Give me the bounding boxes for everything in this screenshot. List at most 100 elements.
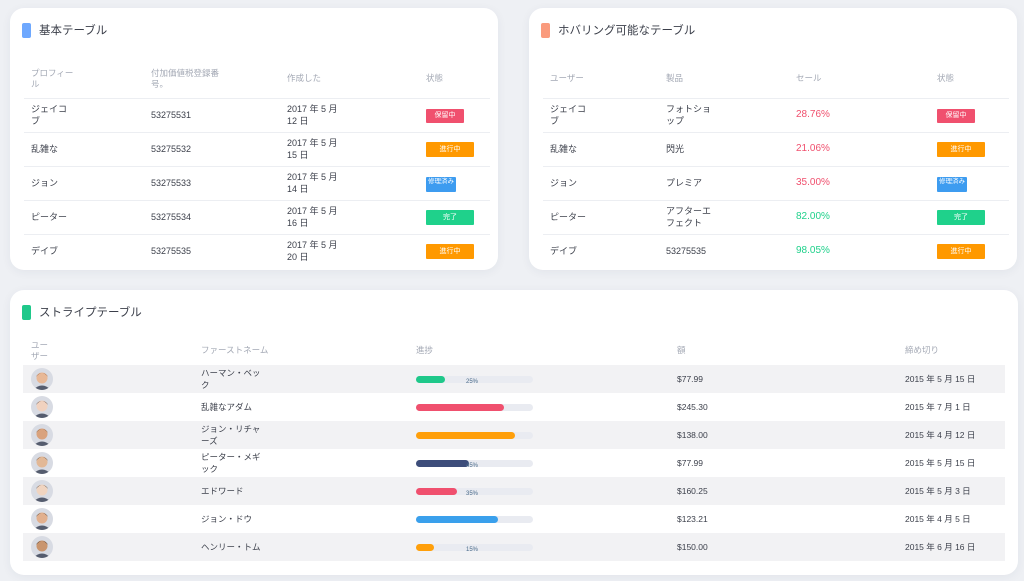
avatar-cell [23, 505, 193, 533]
avatar [31, 536, 53, 558]
col-header-product: 製品 [666, 73, 684, 84]
created-cell: 2017 年 5 月 12 日 [280, 97, 419, 132]
table-row: デイブ 53275535 2017 年 5 月 20 日進行中 [24, 233, 490, 268]
col-header-deadline: 締め切り [905, 345, 940, 355]
col-header-status: 状態 [937, 73, 955, 84]
sale-cell: 21.06% [789, 131, 930, 166]
profile-cell: ピーター [24, 199, 144, 234]
progress-cell [408, 505, 669, 533]
amount-cell: $245.30 [677, 402, 708, 412]
user-cell: ピーター [543, 199, 659, 234]
created-cell: 2017 年 5 月 14 日 [280, 165, 419, 200]
striped-table-title: ストライプテーブル [39, 307, 142, 319]
table-row: ヘンリー・トム 15% $150.00 2015 年 6 月 16 日 [23, 533, 1005, 561]
table-row: ジェイコブ 53275531 2017 年 5 月 12 日保留中 [24, 97, 490, 132]
sale-cell: 82.00% [789, 199, 930, 234]
status-cell: 保留中 [930, 97, 1009, 132]
avatar-cell [23, 449, 193, 477]
status-badge: 保留中 [426, 108, 464, 123]
progress-label: 45% [466, 462, 479, 469]
progress-label: 35% [466, 490, 479, 497]
vat-cell: 53275535 [144, 233, 280, 268]
product-cell: 閃光 [659, 131, 789, 166]
progress-cell: 45% [408, 449, 669, 477]
progress-bar-fill [416, 487, 457, 495]
avatar-cell [23, 533, 193, 561]
user-cell: ジョン [543, 165, 659, 200]
hover-table-header: ホバリング可能なテーブル [541, 22, 695, 38]
col-header-user: ユーザー [550, 73, 584, 84]
table-row[interactable]: ジェイコブ フォトショップ 28.76% 保留中 [543, 97, 1009, 132]
amount-cell: $77.99 [677, 458, 703, 468]
avatar-cell [23, 477, 193, 505]
progress-bar-fill [416, 403, 504, 411]
status-cell: 進行中 [419, 233, 490, 268]
col-header-first-name: ファーストネーム [201, 345, 269, 355]
progress-bar: 15% [416, 543, 533, 553]
status-cell: 進行中 [930, 131, 1009, 166]
first-name-cell: ジョン・リチャーズ [193, 421, 408, 449]
progress-bar: 45% [416, 459, 533, 469]
striped-table-header: ストライプテーブル [22, 304, 142, 320]
product-cell: アフターエフェクト [659, 199, 789, 234]
avatar [31, 424, 53, 446]
status-badge: 修理済み [426, 177, 456, 192]
col-header-profile: プロフィール [31, 67, 74, 89]
sale-cell: 28.76% [789, 97, 930, 132]
amount-cell: $160.25 [669, 477, 897, 505]
created-cell: 2017 年 5 月 20 日 [280, 233, 419, 268]
product-cell: プレミア [659, 165, 789, 200]
basic-table-head-row: プロフィール 付加価値税登録番号。 作成した 状態 [24, 60, 490, 98]
col-header-progress: 進捗 [416, 345, 434, 355]
first-name-cell: 乱雑なアダム [201, 402, 253, 412]
hover-table-card: ホバリング可能なテーブル ユーザー 製品 セール 状態 ジェイコブ フォトショップ… [529, 8, 1017, 270]
basic-table-header: 基本テーブル [22, 22, 107, 38]
progress-bar-fill [416, 431, 515, 439]
table-row: ピーター 53275534 2017 年 5 月 16 日完了 [24, 199, 490, 234]
deadline-cell: 2015 年 7 月 1 日 [905, 402, 971, 412]
deadline-cell: 2015 年 6 月 16 日 [897, 533, 1005, 561]
status-badge: 修理済み [937, 177, 967, 192]
table-row: ジョン 53275533 2017 年 5 月 14 日修理済み [24, 165, 490, 200]
table-row: ハーマン・ベック 25% $77.99 2015 年 5 月 15 日 [23, 365, 1005, 393]
progress-cell [408, 393, 669, 421]
avatar [31, 396, 53, 418]
table-row: 乱雑なアダム $245.30 2015 年 7 月 1 日 [23, 393, 1005, 421]
vat-cell: 53275531 [144, 97, 280, 132]
col-header-user: ユーザー [31, 339, 49, 361]
table-row: ピーター・メギック 45% $77.99 2015 年 5 月 15 日 [23, 449, 1005, 477]
progress-cell: 15% [408, 533, 669, 561]
progress-bar-fill [416, 375, 445, 383]
status-badge: 完了 [426, 209, 474, 225]
status-cell: 保留中 [419, 97, 490, 132]
avatar-cell [23, 365, 193, 393]
avatar-cell [23, 393, 193, 421]
basic-table: プロフィール 付加価値税登録番号。 作成した 状態 ジェイコブ 53275531 2… [24, 60, 490, 268]
first-name-cell: ジョン・ドウ [201, 514, 253, 524]
profile-cell: ジョン [24, 165, 144, 200]
amount-cell: $138.00 [669, 421, 897, 449]
table-row[interactable]: ジョン プレミア 35.00% 修理済み [543, 165, 1009, 200]
user-cell: 乱雑な [543, 131, 659, 166]
amount-cell: $123.21 [677, 514, 708, 524]
hover-table-head-row: ユーザー 製品 セール 状態 [543, 60, 1009, 98]
product-cell: フォトショップ [659, 97, 789, 132]
vat-cell: 53275533 [144, 165, 280, 200]
table-row[interactable]: デイブ 53275535 98.05% 進行中 [543, 233, 1009, 268]
user-cell: ジェイコブ [543, 97, 659, 132]
progress-bar [416, 515, 533, 523]
progress-label: 25% [466, 378, 479, 385]
status-badge: 完了 [937, 209, 985, 225]
table-row[interactable]: 乱雑な 閃光 21.06% 進行中 [543, 131, 1009, 166]
table-row: ジョン・リチャーズ $138.00 2015 年 4 月 12 日 [23, 421, 1005, 449]
striped-table: ユーザー ファーストネーム 進捗 額 締め切り ハーマン・ベック 25% $77.9… [23, 336, 1005, 561]
profile-cell: ジェイコブ [24, 97, 144, 132]
created-cell: 2017 年 5 月 16 日 [280, 199, 419, 234]
basic-table-title: 基本テーブル [39, 25, 108, 37]
col-header-vat: 付加価値税登録番号。 [151, 67, 220, 89]
progress-bar [416, 431, 533, 439]
avatar [31, 368, 53, 390]
col-header-created: 作成した [287, 73, 322, 84]
table-row[interactable]: ピーター アフターエフェクト 82.00% 完了 [543, 199, 1009, 234]
striped-table-accent-mark [22, 304, 31, 320]
